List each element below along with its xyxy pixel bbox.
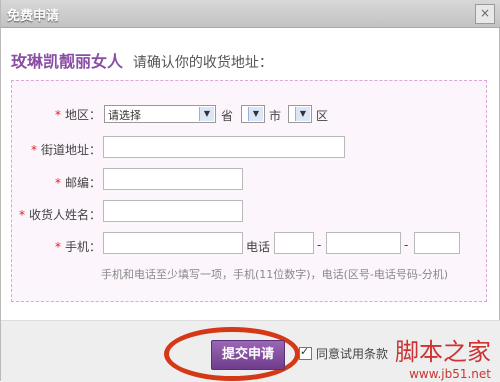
apply-dialog: 免费申请 × 玫琳凯靓丽女人 请确认你的收货地址： * 地区： 请选择 ▼ 省 ▼… bbox=[0, 0, 500, 382]
recipient-name-input[interactable] bbox=[103, 200, 243, 222]
phone-hint: 手机和电话至少填写一项，手机(11位数字)，电话(区号-电话号码-分机) bbox=[101, 268, 449, 281]
submit-button[interactable]: 提交申请 bbox=[211, 340, 285, 370]
heading: 玫琳凯靓丽女人 请确认你的收货地址： bbox=[11, 48, 273, 72]
phone-area-code-input[interactable] bbox=[274, 232, 314, 254]
brand-name: 玫琳凯靓丽女人 bbox=[11, 52, 124, 71]
phone-label: 电话 bbox=[246, 240, 271, 254]
watermark-brand: 脚本之家 bbox=[395, 338, 491, 366]
region-label: * 地区： bbox=[54, 108, 101, 122]
city-select[interactable]: ▼ bbox=[288, 105, 312, 123]
postcode-label: * 邮编： bbox=[54, 176, 101, 190]
street-input[interactable] bbox=[103, 136, 345, 158]
agree-checkbox[interactable] bbox=[299, 345, 312, 360]
region-select[interactable]: 请选择 ▼ bbox=[104, 105, 216, 123]
phone-separator: - bbox=[317, 238, 322, 252]
title-bar: 免费申请 × bbox=[1, 0, 500, 28]
close-icon[interactable]: × bbox=[475, 4, 495, 24]
street-label: * 街道地址： bbox=[30, 143, 101, 157]
heading-subtitle: 请确认你的收货地址： bbox=[132, 55, 273, 71]
postcode-input[interactable] bbox=[103, 168, 243, 190]
recipient-name-label: * 收货人姓名： bbox=[18, 208, 101, 222]
watermark-url: www.jb51.net bbox=[409, 367, 491, 381]
district-unit: 区 bbox=[316, 109, 329, 123]
city-unit: 市 bbox=[269, 109, 282, 123]
mobile-input[interactable] bbox=[103, 232, 243, 254]
dialog-title: 免费申请 bbox=[7, 9, 60, 24]
agree-label: 同意试用条款 bbox=[316, 347, 389, 361]
mobile-label: * 手机： bbox=[54, 240, 101, 254]
chevron-down-icon: ▼ bbox=[295, 107, 310, 121]
province-select[interactable]: ▼ bbox=[241, 105, 265, 123]
phone-separator: - bbox=[404, 238, 409, 252]
phone-extension-input[interactable] bbox=[414, 232, 460, 254]
phone-number-input[interactable] bbox=[326, 232, 401, 254]
chevron-down-icon: ▼ bbox=[248, 107, 263, 121]
site-watermark: 脚本之家 www.jb51.net bbox=[395, 332, 491, 381]
province-unit: 省 bbox=[221, 109, 234, 123]
agree-terms[interactable]: 同意试用条款 bbox=[299, 345, 388, 362]
chevron-down-icon: ▼ bbox=[199, 107, 214, 121]
